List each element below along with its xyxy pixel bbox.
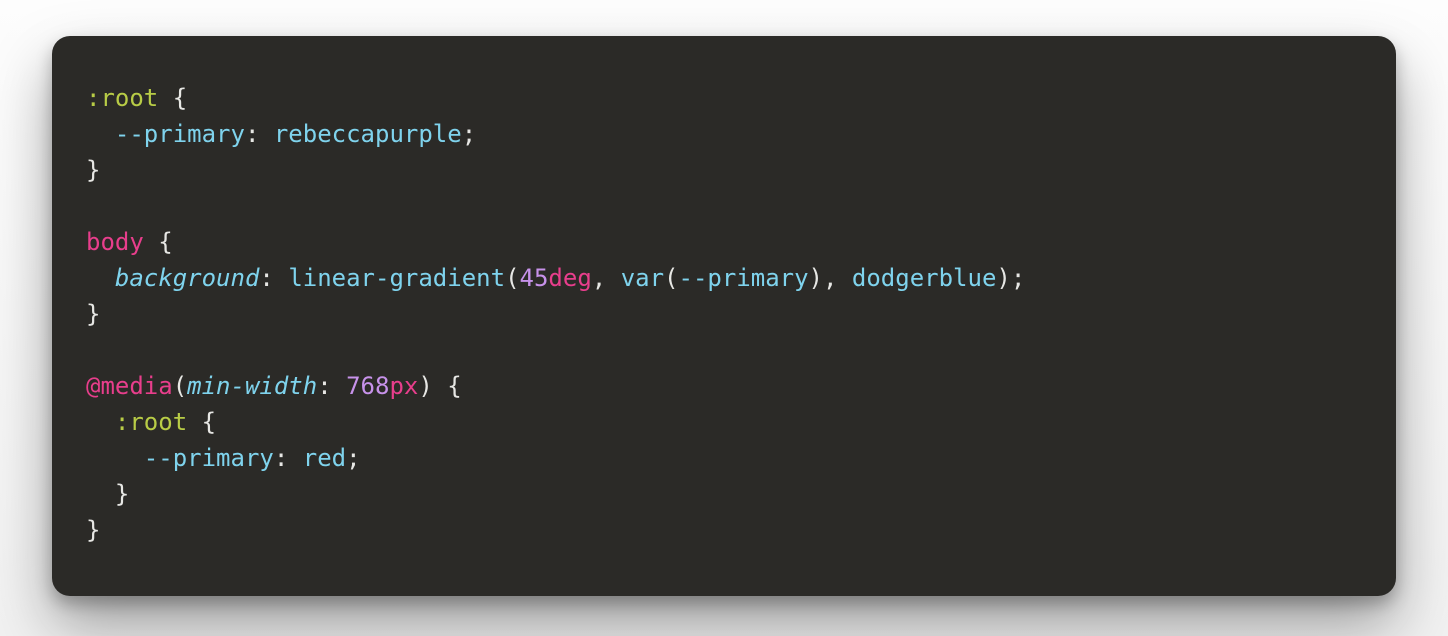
code-block-card: :root { --primary: rebeccapurple; } body…: [52, 36, 1396, 596]
css-code: :root { --primary: rebeccapurple; } body…: [86, 80, 1362, 548]
